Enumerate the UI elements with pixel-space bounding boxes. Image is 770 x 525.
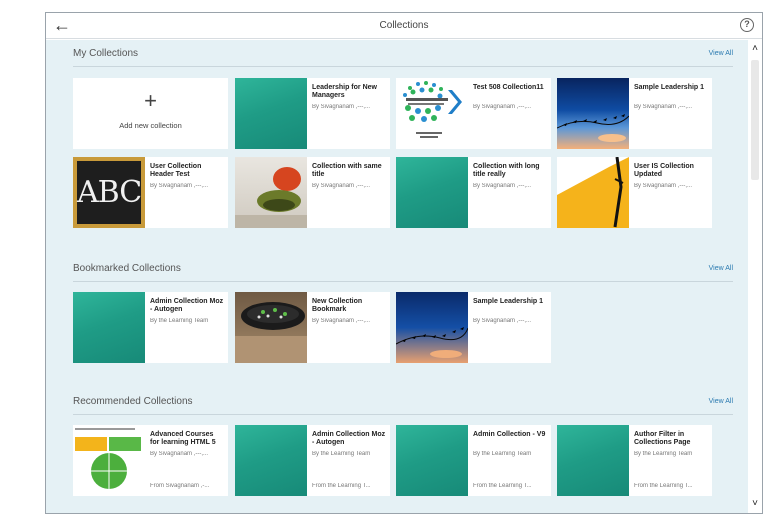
page-title: Collections <box>379 20 429 31</box>
collection-author: By Sivagnanam ,---,... <box>150 183 209 189</box>
collection-card[interactable]: Sample Leadership 1 By Sivagnanam ,---,.… <box>396 292 551 363</box>
collection-thumbnail <box>235 157 307 228</box>
divider <box>73 66 733 67</box>
view-all-link[interactable]: View All <box>709 398 733 405</box>
collection-name: Leadership for New Managers <box>312 84 377 99</box>
divider <box>73 281 733 282</box>
section-title: My Collections <box>73 48 139 59</box>
collection-source: From the Learning T... <box>473 483 532 489</box>
collection-card[interactable]: Test 508 Collection11 By Sivagnanam ,---… <box>396 78 551 149</box>
collection-card[interactable]: Collection with long title really By Siv… <box>396 157 551 228</box>
collection-thumbnail <box>396 292 468 363</box>
collection-author: By Sivagnanam ,---,... <box>634 104 693 110</box>
chevron-down-icon[interactable]: ˅ <box>750 499 760 509</box>
bookmarked-collections-header: Bookmarked Collections View All <box>73 263 733 279</box>
chalkboard-text: ABC <box>77 161 142 224</box>
collection-author: By Sivagnanam ,---,... <box>473 318 532 324</box>
collection-name: Sample Leadership 1 <box>473 298 544 305</box>
collection-name: Collection with same title <box>312 163 382 178</box>
collection-thumbnail <box>557 78 629 149</box>
collection-name: Sample Leadership 1 <box>634 84 705 91</box>
view-all-link[interactable]: View All <box>709 265 733 272</box>
collection-thumbnail <box>235 425 307 496</box>
collection-card[interactable]: Admin Collection - V9 By the Learning Te… <box>396 425 551 496</box>
collection-card[interactable]: ABC User Collection Header Test By Sivag… <box>73 157 228 228</box>
collection-thumbnail <box>73 292 145 363</box>
collection-source: From the Learning T... <box>312 483 371 489</box>
collection-name: Collection with long title really <box>473 163 540 178</box>
collection-author: By Sivagnanam ,---,... <box>312 104 371 110</box>
collection-author: By Sivagnanam ,---,... <box>312 318 371 324</box>
collection-name: Author Filter in Collections Page <box>634 431 691 446</box>
collection-thumbnail <box>396 157 468 228</box>
collection-author: By Sivagnanam ,---,... <box>150 451 209 457</box>
collection-card[interactable]: Sample Leadership 1 By Sivagnanam ,---,.… <box>557 78 712 149</box>
chevron-up-icon[interactable]: ˄ <box>750 44 760 54</box>
collection-name: Admin Collection Moz - Autogen <box>150 298 224 313</box>
collection-card[interactable]: Author Filter in Collections Page By the… <box>557 425 712 496</box>
add-collection-label: Add new collection <box>119 121 182 130</box>
collection-author: By the Learning Team <box>634 451 693 457</box>
collection-card[interactable]: Advanced Courses for learning HTML 5 By … <box>73 425 228 496</box>
recommended-collections-header: Recommended Collections View All <box>73 396 733 412</box>
collection-card[interactable]: User IS Collection Updated By Sivagnanam… <box>557 157 712 228</box>
collection-author: By Sivagnanam ,---,... <box>312 183 371 189</box>
collection-name: Test 508 Collection11 <box>473 84 544 91</box>
collection-author: By Sivagnanam ,---,... <box>473 183 532 189</box>
my-collections-header: My Collections View All <box>73 48 733 64</box>
help-icon[interactable]: ? <box>740 18 754 32</box>
collection-author: By the Learning Team <box>312 451 371 457</box>
collections-window: ← Collections ? My Collections View All … <box>45 12 763 514</box>
collection-thumbnail <box>396 78 468 149</box>
add-new-collection-button[interactable]: + Add new collection <box>73 78 228 149</box>
collection-thumbnail <box>557 425 629 496</box>
collection-source: From Sivagnanam ,-... <box>150 483 210 489</box>
collection-author: By the Learning Team <box>150 318 209 324</box>
collections-content: My Collections View All + Add new collec… <box>46 40 748 513</box>
collection-card[interactable]: New Collection Bookmark By Sivagnanam ,-… <box>235 292 390 363</box>
divider <box>73 414 733 415</box>
plus-icon: + <box>144 88 157 113</box>
collection-thumbnail <box>73 425 145 496</box>
collection-thumbnail <box>235 78 307 149</box>
vertical-scrollbar[interactable]: ˄ ˅ <box>748 40 762 513</box>
collection-author: By the Learning Team <box>473 451 532 457</box>
title-bar: ← Collections ? <box>46 13 762 39</box>
scrollbar-thumb[interactable] <box>751 60 759 180</box>
section-title: Bookmarked Collections <box>73 263 181 274</box>
collection-thumbnail <box>235 292 307 363</box>
section-title: Recommended Collections <box>73 396 193 407</box>
collection-thumbnail <box>557 157 629 228</box>
collection-name: Advanced Courses for learning HTML 5 <box>150 431 216 446</box>
collection-card[interactable]: Admin Collection Moz - Autogen By the Le… <box>235 425 390 496</box>
collection-source: From the Learning T... <box>634 483 693 489</box>
collection-name: Admin Collection - V9 <box>473 431 546 438</box>
collection-name: User IS Collection Updated <box>634 163 694 178</box>
collection-name: New Collection Bookmark <box>312 298 363 313</box>
collection-card[interactable]: Leadership for New Managers By Sivagnana… <box>235 78 390 149</box>
collection-author: By Sivagnanam ,---,... <box>473 104 532 110</box>
collection-author: By Sivagnanam ,---,... <box>634 183 693 189</box>
collection-thumbnail <box>396 425 468 496</box>
collection-card[interactable]: Collection with same title By Sivagnanam… <box>235 157 390 228</box>
view-all-link[interactable]: View All <box>709 50 733 57</box>
collection-thumbnail: ABC <box>73 157 145 228</box>
collection-name: User Collection Header Test <box>150 163 202 178</box>
collection-name: Admin Collection Moz - Autogen <box>312 431 386 446</box>
collection-card[interactable]: Admin Collection Moz - Autogen By the Le… <box>73 292 228 363</box>
